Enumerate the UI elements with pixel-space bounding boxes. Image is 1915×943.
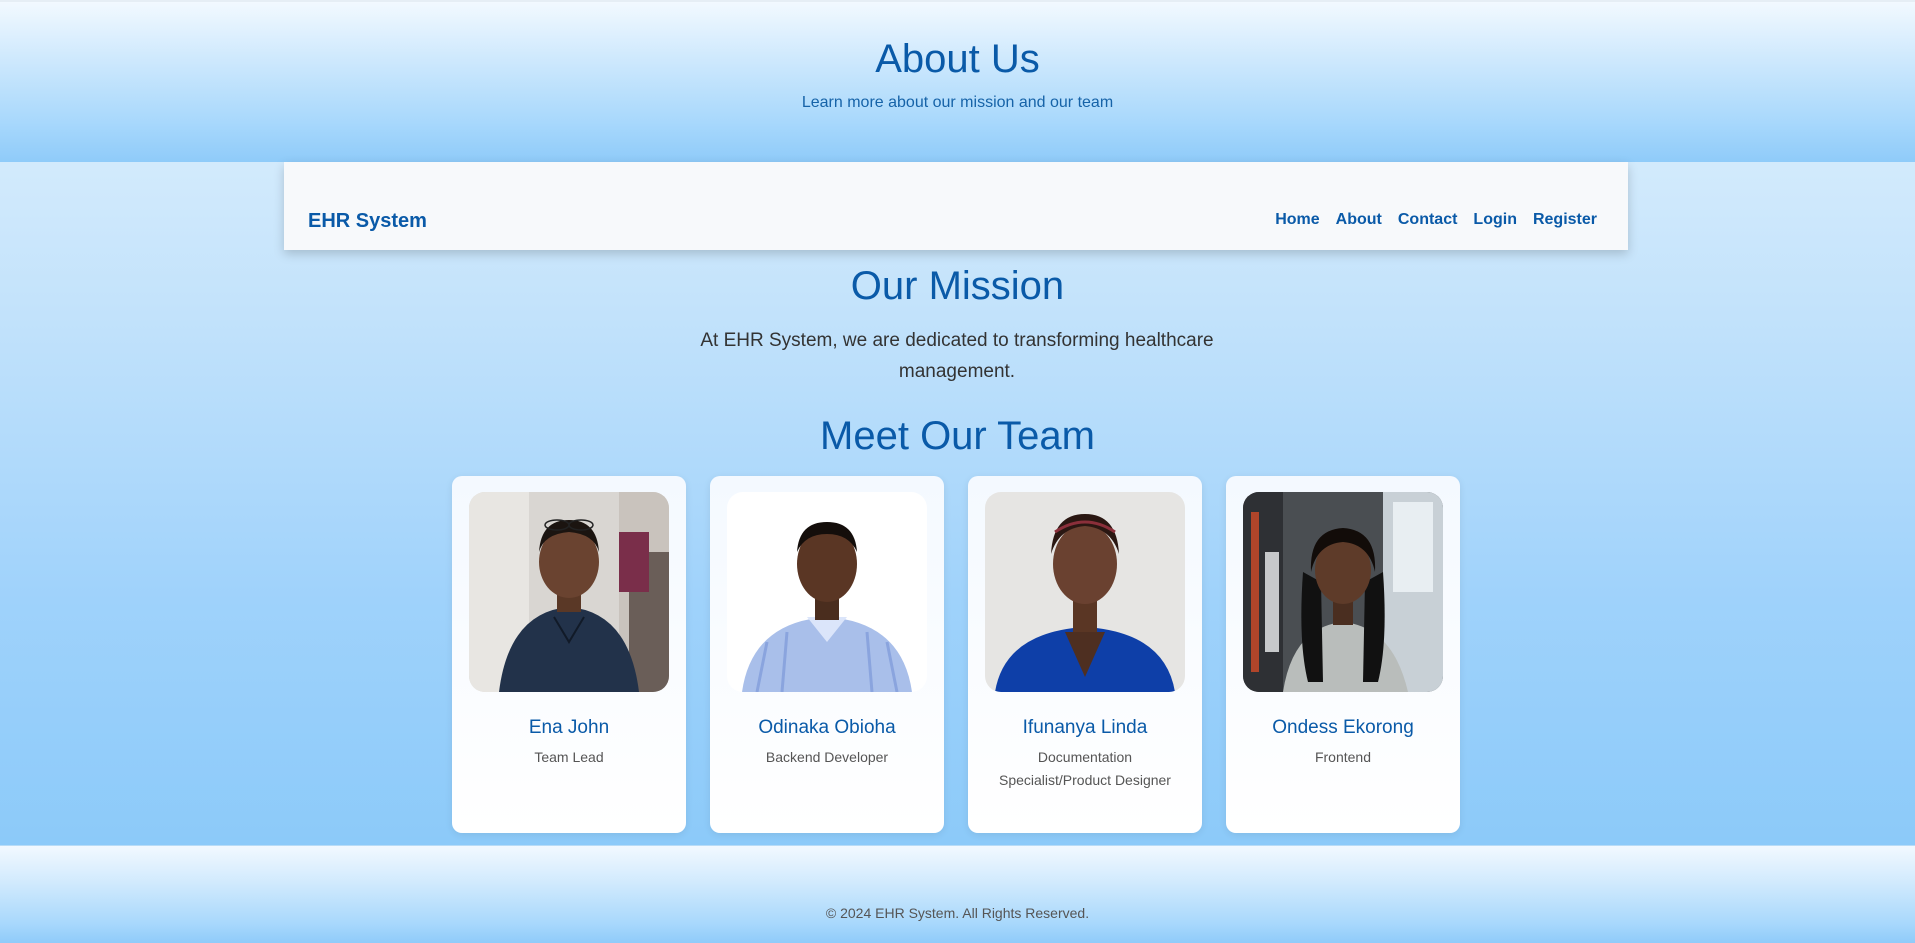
nav-link-about[interactable]: About xyxy=(1336,210,1382,230)
team-member-role: Backend Developer xyxy=(765,749,889,765)
mission-text: At EHR System, we are dedicated to trans… xyxy=(700,330,1214,382)
team-member-role: Documentation Specialist/Product Designe… xyxy=(999,749,1171,788)
nav-link-home[interactable]: Home xyxy=(1275,210,1319,230)
navbar: EHR System Home About Contact Login Regi… xyxy=(284,162,1628,250)
footer: © 2024 EHR System. All Rights Reserved. xyxy=(0,845,1915,943)
team-card: Ena John Team Lead xyxy=(452,476,686,833)
team-member-photo xyxy=(469,492,669,692)
nav-link-login[interactable]: Login xyxy=(1473,210,1517,230)
nav-link-register[interactable]: Register xyxy=(1533,210,1597,230)
team-member-name: Odinaka Obioha xyxy=(758,717,896,738)
team-member-name: Ena John xyxy=(528,717,610,738)
page-header: About Us Learn more about our mission an… xyxy=(0,0,1915,162)
footer-copyright: © 2024 EHR System. All Rights Reserved. xyxy=(825,905,1090,921)
team-member-role: Team Lead xyxy=(534,749,604,765)
team-member-name: Ifunanya Linda xyxy=(1022,717,1148,738)
brand-logo-text[interactable]: EHR System xyxy=(308,209,427,233)
team-title: Meet Our Team xyxy=(820,414,1095,458)
page-subtitle: Learn more about our mission and our tea… xyxy=(801,94,1114,111)
team-member-photo xyxy=(1243,492,1443,692)
team-card: Odinaka Obioha Backend Developer xyxy=(710,476,944,833)
team-card: Ifunanya Linda Documentation Specialist/… xyxy=(968,476,1202,833)
team-card: Ondess Ekorong Frontend xyxy=(1226,476,1460,833)
team-member-photo xyxy=(727,492,927,692)
team-grid: Ena John Team Lead Odinaka Obioha Backen… xyxy=(452,476,1460,833)
mission-title: Our Mission xyxy=(850,264,1065,308)
nav-link-contact[interactable]: Contact xyxy=(1398,210,1458,230)
nav-links: Home About Contact Login Register xyxy=(1275,210,1597,230)
team-member-name: Ondess Ekorong xyxy=(1272,717,1414,738)
team-member-photo xyxy=(985,492,1185,692)
team-member-role: Frontend xyxy=(1314,749,1372,765)
page-title: About Us xyxy=(875,37,1040,81)
